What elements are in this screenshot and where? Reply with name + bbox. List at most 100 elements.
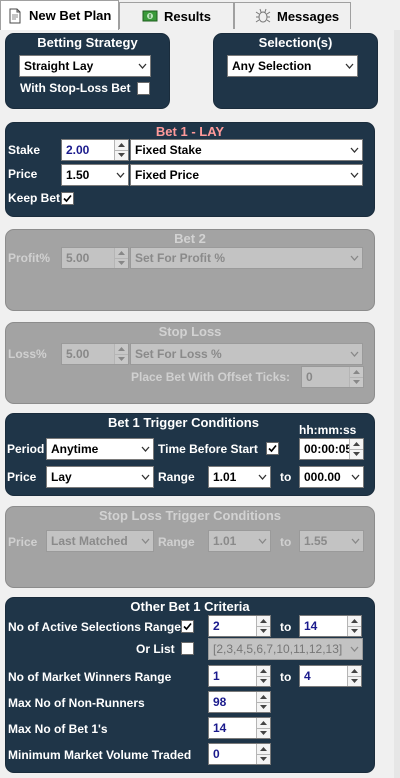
- spin-down-icon[interactable]: [257, 625, 270, 636]
- criteria-panel: Other Bet 1 Criteria No of Active Select…: [5, 597, 375, 773]
- spin-up-icon[interactable]: [257, 692, 270, 702]
- spin-up-icon[interactable]: [257, 744, 270, 754]
- tab-new-bet-plan[interactable]: New Bet Plan: [0, 0, 119, 30]
- max-bet1s-label: Max No of Bet 1's: [8, 722, 108, 736]
- market-volume-input[interactable]: 0: [208, 743, 271, 765]
- bug-icon: [255, 8, 271, 23]
- active-to-input[interactable]: 14: [299, 615, 362, 637]
- tab-bar: New Bet Plan Results Messages: [0, 0, 400, 30]
- sl-range-to-select[interactable]: 1.55: [299, 530, 364, 552]
- time-before-start-input[interactable]: 00:00:05: [299, 438, 364, 460]
- spin-up-icon[interactable]: [115, 344, 128, 354]
- sl-price-select[interactable]: Last Matched: [46, 530, 154, 552]
- price-select[interactable]: 1.50: [61, 164, 129, 186]
- selections-panel: Selection(s) Any Selection: [213, 33, 378, 109]
- spin-down-icon[interactable]: [115, 149, 128, 160]
- chevron-down-icon: [346, 248, 362, 268]
- non-runners-input[interactable]: 98: [208, 691, 271, 713]
- stop-loss-label: With Stop-Loss Bet: [20, 81, 131, 95]
- spin-up-icon[interactable]: [350, 367, 363, 377]
- period-select[interactable]: Anytime: [46, 438, 154, 460]
- keep-bet-checkbox[interactable]: [61, 192, 74, 205]
- non-runners-label: Max No of Non-Runners: [8, 696, 145, 710]
- stake-type-select[interactable]: Fixed Stake: [130, 139, 363, 161]
- winners-from-input[interactable]: 1: [208, 665, 271, 687]
- strategy-select[interactable]: Straight Lay: [19, 55, 151, 77]
- panel-title: Selection(s): [258, 35, 333, 50]
- loss-type-select[interactable]: Set For Loss %: [130, 343, 363, 365]
- loss-type-value: Set For Loss %: [135, 347, 222, 361]
- document-icon: [9, 8, 21, 23]
- spin-down-icon[interactable]: [348, 675, 361, 686]
- spin-up-icon[interactable]: [348, 616, 361, 626]
- chevron-down-icon: [254, 531, 270, 551]
- price-type-select[interactable]: Fixed Price: [130, 164, 363, 186]
- sl-to-label: to: [280, 535, 292, 549]
- trigger-price-select[interactable]: Lay: [46, 466, 154, 488]
- bet2-panel: Bet 2 Profit% 5.00 Set For Profit %: [5, 229, 375, 311]
- spin-up-icon[interactable]: [257, 616, 270, 626]
- spin-down-icon[interactable]: [257, 701, 270, 712]
- loss-value: 5.00: [66, 347, 90, 361]
- sl-range-label: Range: [158, 535, 195, 549]
- sl-price-value: Last Matched: [51, 534, 128, 548]
- tab-label: Results: [164, 8, 211, 24]
- active-to-value: 14: [304, 619, 318, 633]
- trigger-price-label: Price: [7, 470, 37, 484]
- profit-value: 5.00: [66, 251, 90, 265]
- chevron-down-icon: [341, 56, 357, 76]
- winners-to-input[interactable]: 4: [299, 665, 362, 687]
- market-winners-label: No of Market Winners Range: [8, 670, 172, 684]
- profit-type-select[interactable]: Set For Profit %: [130, 247, 363, 269]
- active-selections-checkbox[interactable]: [181, 620, 194, 633]
- panel-title: Betting Strategy: [37, 35, 138, 50]
- stake-input[interactable]: 2.00: [61, 139, 129, 161]
- price-value: 1.50: [66, 168, 90, 182]
- active-from-input[interactable]: 2: [208, 615, 271, 637]
- spin-up-icon[interactable]: [350, 439, 363, 449]
- sl-range-from-select[interactable]: 1.01: [208, 530, 271, 552]
- max-bet1s-input[interactable]: 14: [208, 717, 271, 739]
- market-volume-label: Minimum Market Volume Traded: [8, 748, 192, 762]
- tab-messages[interactable]: Messages: [234, 2, 351, 29]
- spin-down-icon[interactable]: [115, 353, 128, 364]
- offset-ticks-input[interactable]: 0: [301, 366, 364, 388]
- range-from-value: 1.01: [213, 470, 237, 484]
- spin-up-icon[interactable]: [115, 140, 128, 150]
- scrollbar[interactable]: [394, 30, 400, 778]
- trigger-price-value: Lay: [51, 470, 72, 484]
- selection-select[interactable]: Any Selection: [227, 55, 358, 77]
- chevron-down-icon: [137, 467, 153, 487]
- active-selections-label: No of Active Selections Range: [8, 620, 181, 634]
- or-list-checkbox[interactable]: [181, 642, 194, 655]
- max-bet1s-value: 14: [213, 721, 227, 735]
- period-label: Period: [7, 442, 45, 456]
- range-from-select[interactable]: 1.01: [208, 466, 271, 488]
- checkmark-icon: [183, 622, 192, 631]
- spin-down-icon[interactable]: [115, 257, 128, 268]
- tab-results[interactable]: Results: [119, 2, 234, 29]
- range-to-value: 000.00: [304, 470, 341, 484]
- spin-up-icon[interactable]: [348, 666, 361, 676]
- spin-down-icon[interactable]: [350, 448, 363, 459]
- winners-from-value: 1: [213, 669, 220, 683]
- to-label: to: [280, 470, 292, 484]
- spin-up-icon[interactable]: [115, 248, 128, 258]
- panel-title: Bet 2: [174, 231, 206, 246]
- spin-down-icon[interactable]: [257, 727, 270, 738]
- chevron-down-icon: [137, 531, 153, 551]
- spin-up-icon[interactable]: [257, 718, 270, 728]
- time-before-start-checkbox[interactable]: [266, 442, 279, 455]
- spin-down-icon[interactable]: [257, 675, 270, 686]
- loss-input[interactable]: 5.00: [61, 343, 129, 365]
- to-label: to: [280, 670, 292, 684]
- spin-down-icon[interactable]: [348, 625, 361, 636]
- spin-down-icon[interactable]: [257, 753, 270, 764]
- profit-input[interactable]: 5.00: [61, 247, 129, 269]
- selection-list-select[interactable]: [2,3,4,5,6,7,10,11,12,13]: [208, 638, 363, 660]
- spin-up-icon[interactable]: [257, 666, 270, 676]
- range-to-select[interactable]: 000.00: [299, 466, 364, 488]
- price-type-value: Fixed Price: [135, 168, 200, 182]
- spin-down-icon[interactable]: [350, 376, 363, 387]
- stop-loss-checkbox[interactable]: [137, 82, 150, 95]
